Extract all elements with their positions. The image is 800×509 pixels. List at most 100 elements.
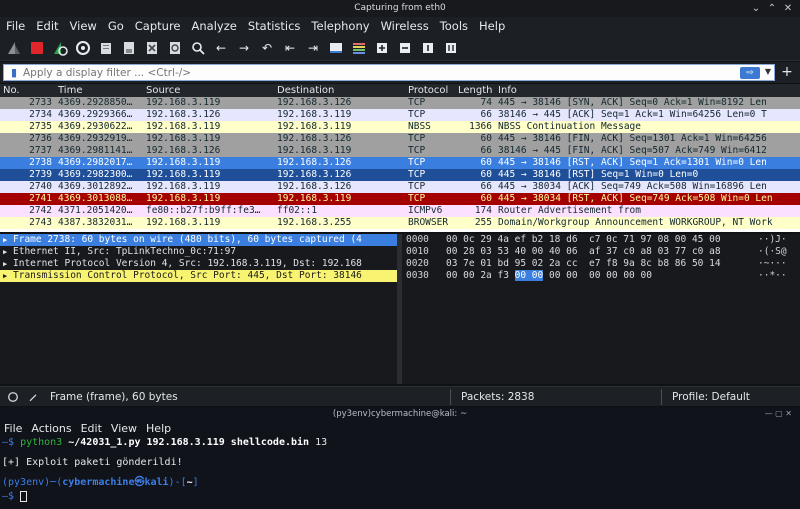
packet-row[interactable]: 2736 4369.2932919… 192.168.3.119 192.168.3.… [0, 133, 800, 145]
terminal-menu-actions[interactable]: Actions [31, 421, 71, 436]
normal-size-icon[interactable] [418, 38, 438, 58]
status-profile[interactable]: Profile: Default [672, 391, 750, 403]
packet-cell-dst: 192.168.3.119 [277, 193, 352, 204]
packet-row[interactable]: 2738 4369.2982017… 192.168.3.119 192.168.3.… [0, 157, 800, 169]
packet-cell-len: 74 [480, 97, 492, 108]
resize-columns-icon[interactable] [441, 38, 461, 58]
detail-ipv4[interactable]: ▶ Internet Protocol Version 4, Src: 192.1… [0, 258, 397, 270]
first-packet-icon[interactable]: ⇤ [280, 38, 300, 58]
column-no[interactable]: No. [0, 84, 55, 97]
packet-row[interactable]: 2734 4369.2929366… 192.168.3.126 192.168.3.… [0, 109, 800, 121]
column-destination[interactable]: Destination [274, 84, 405, 97]
packet-cell-info: 445 → 38146 [FIN, ACK] Seq=1301 Ack=1 Wi… [498, 133, 767, 144]
bookmark-icon[interactable]: ▮ [7, 66, 21, 79]
expand-arrow-icon[interactable]: ▶ [3, 270, 13, 282]
status-frame-info: Frame (frame), 60 bytes [50, 390, 178, 403]
packet-cell-proto: TCP [408, 109, 426, 120]
column-protocol[interactable]: Protocol [405, 84, 455, 97]
shark-fin-icon[interactable] [4, 38, 24, 58]
menu-view[interactable]: View [70, 19, 97, 33]
menu-wireless[interactable]: Wireless [381, 19, 429, 33]
packet-list: No. Time Source Destination Protocol Len… [0, 84, 800, 232]
add-filter-button[interactable]: + [780, 64, 794, 80]
packet-cell-proto: TCP [408, 181, 426, 192]
zoom-in-icon[interactable] [372, 38, 392, 58]
capture-options-icon[interactable] [73, 38, 93, 58]
expand-arrow-icon[interactable]: ▶ [3, 234, 13, 246]
packet-cell-no: 2742 [29, 205, 52, 216]
menu-telephony[interactable]: Telephony [311, 19, 369, 33]
packet-cell-len: 60 [480, 193, 492, 204]
packet-cell-dst: 192.168.3.126 [277, 97, 352, 108]
packet-cell-len: 66 [480, 109, 492, 120]
packet-row[interactable]: 2743 4387.3832031… 192.168.3.119 192.168.3.… [0, 217, 800, 229]
detail-frame[interactable]: ▶ Frame 2738: 60 bytes on wire (480 bits)… [0, 234, 397, 246]
column-source[interactable]: Source [143, 84, 274, 97]
detail-ethernet[interactable]: ▶ Ethernet II, Src: TpLinkTechno_0c:71:97 [0, 246, 397, 258]
expand-arrow-icon[interactable]: ▶ [3, 258, 13, 270]
terminal-window-controls-icon[interactable]: — ▢ ✕ [765, 407, 792, 421]
menu-statistics[interactable]: Statistics [248, 19, 301, 33]
display-filter-field[interactable]: ▮ ⇨ ▼ [3, 64, 775, 81]
maximize-icon[interactable]: ⌃ [764, 0, 780, 17]
arrow-right-icon[interactable]: ⇨ [740, 66, 760, 79]
terminal-title: (py3env)cybermachine@kali: ~ [332, 409, 468, 419]
go-forward-icon[interactable]: → [234, 38, 254, 58]
packet-cell-time: 4371.2051420… [58, 205, 133, 216]
bytes-row: 0020 03 7e 01 bd 95 02 2a cc e7 f8 9a 8c … [406, 258, 787, 269]
packet-row[interactable]: 2740 4369.3012892… 192.168.3.119 192.168.3.… [0, 181, 800, 193]
stop-icon[interactable] [27, 38, 47, 58]
terminal-menu-view[interactable]: View [111, 421, 137, 436]
packet-cell-time: 4369.2930622… [58, 121, 133, 132]
packet-cell-proto: TCP [408, 133, 426, 144]
restart-icon[interactable] [50, 38, 70, 58]
status-bar: Frame (frame), 60 bytes Packets: 2838 Pr… [0, 386, 800, 406]
menu-go[interactable]: Go [108, 19, 124, 33]
edit-comment-icon[interactable] [26, 390, 40, 404]
display-filter-input[interactable] [23, 65, 740, 80]
terminal-menu-help[interactable]: Help [146, 421, 171, 436]
close-file-icon[interactable] [142, 38, 162, 58]
go-back-icon[interactable]: ← [211, 38, 231, 58]
packet-row[interactable]: 2733 4369.2928850… 192.168.3.119 192.168.3.… [0, 97, 800, 109]
capture-status-icon[interactable] [6, 390, 20, 404]
go-to-packet-icon[interactable]: ↶ [257, 38, 277, 58]
packet-row[interactable]: 2742 4371.2051420… fe80::b27f:b9ff:fe3… ff0… [0, 205, 800, 217]
menu-edit[interactable]: Edit [36, 19, 58, 33]
save-file-icon[interactable] [119, 38, 139, 58]
packet-row[interactable]: 2735 4369.2930622… 192.168.3.119 192.168.3.… [0, 121, 800, 133]
minimize-icon[interactable]: ⌄ [748, 0, 764, 17]
menu-analyze[interactable]: Analyze [192, 19, 237, 33]
chevron-down-icon[interactable]: ▼ [765, 67, 771, 76]
column-info[interactable]: Info [495, 84, 800, 97]
expand-arrow-icon[interactable]: ▶ [3, 246, 13, 258]
column-time[interactable]: Time [55, 84, 143, 97]
close-icon[interactable]: ✕ [780, 0, 796, 17]
menu-help[interactable]: Help [479, 19, 505, 33]
packet-row[interactable]: 2737 4369.2981141… 192.168.3.126 192.168.3.… [0, 145, 800, 157]
packet-cell-len: 60 [480, 169, 492, 180]
reload-icon[interactable] [165, 38, 185, 58]
packet-cell-src: 192.168.3.126 [146, 109, 221, 120]
menu-file[interactable]: File [6, 19, 25, 33]
zoom-out-icon[interactable] [395, 38, 415, 58]
terminal-menu-bar: File Actions Edit View Help [0, 421, 800, 436]
colorize-icon[interactable] [349, 38, 369, 58]
packet-cell-no: 2738 [29, 157, 52, 168]
terminal-output: [+] Exploit paketi gönderildi! [2, 457, 183, 468]
menu-capture[interactable]: Capture [135, 19, 181, 33]
terminal-input-line[interactable]: —$ [0, 490, 800, 504]
autoscroll-icon[interactable] [326, 38, 346, 58]
detail-tcp[interactable]: ▶ Transmission Control Protocol, Src Port… [0, 270, 397, 282]
terminal-menu-edit[interactable]: Edit [81, 421, 102, 436]
find-icon[interactable] [188, 38, 208, 58]
packet-cell-time: 4369.2929366… [58, 109, 133, 120]
column-length[interactable]: Length [455, 84, 495, 97]
packet-row[interactable]: 2739 4369.2982300… 192.168.3.119 192.168.3.… [0, 169, 800, 181]
packet-cell-dst: 192.168.3.119 [277, 109, 352, 120]
packet-row[interactable]: 2741 4369.3013088… 192.168.3.119 192.168.3.… [0, 193, 800, 205]
open-file-icon[interactable] [96, 38, 116, 58]
terminal-menu-file[interactable]: File [4, 421, 22, 436]
menu-tools[interactable]: Tools [440, 19, 468, 33]
last-packet-icon[interactable]: ⇥ [303, 38, 323, 58]
